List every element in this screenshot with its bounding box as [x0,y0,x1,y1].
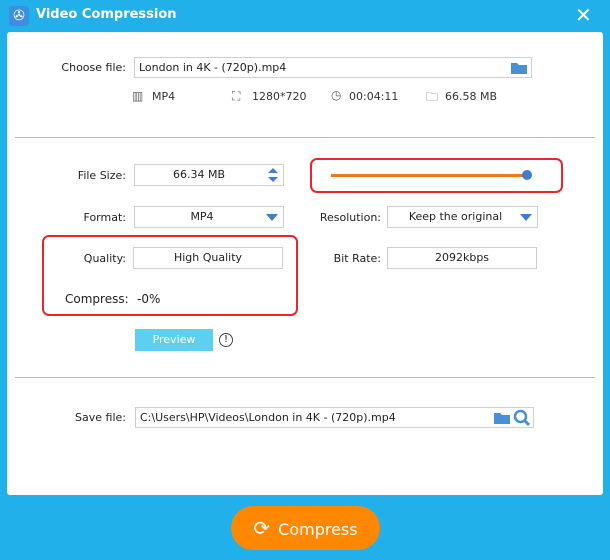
resize-icon: ⛶ [232,89,241,103]
file-size-input[interactable]: 66.34 MB [134,164,284,186]
quality-value: High Quality [173,251,243,264]
app-logo-icon: ✇ [9,6,29,26]
source-file-name: London in 4K - (720p).mp4 [139,61,287,74]
save-path: C:\Users\HP\Videos\London in 4K - (720p)… [140,411,396,424]
info-icon[interactable]: ! [219,333,233,347]
file-size-value: 66.34 MB [172,168,226,181]
close-icon[interactable]: ✕ [575,3,592,27]
resolution-value: Keep the original [408,210,503,223]
folder-icon[interactable] [510,60,528,75]
source-resolution: 1280*720 [252,90,307,103]
search-icon[interactable] [513,409,531,427]
resolution-label: Resolution: [319,211,381,224]
resolution-select[interactable]: Keep the original [387,206,538,228]
source-format: MP4 [152,90,176,103]
quality-field[interactable]: High Quality [133,247,283,269]
folder-outline-icon: 🗀 [426,90,439,104]
source-duration: 00:04:11 [349,90,399,103]
refresh-icon: ⟳ [253,516,271,540]
chevron-down-icon[interactable] [520,214,532,221]
window-title: Video Compression [36,7,177,22]
format-label: Format: [83,211,126,224]
folder-icon[interactable] [493,410,511,425]
save-file-input[interactable]: C:\Users\HP\Videos\London in 4K - (720p)… [135,407,534,428]
compress-ratio-value: -0% [137,292,161,306]
compression-slider-track[interactable] [331,174,527,177]
save-file-label: Save file: [75,411,126,424]
choose-file-input[interactable]: London in 4K - (720p).mp4 [134,57,532,78]
file-size-label: File Size: [77,169,126,182]
source-size: 66.58 MB [445,90,498,103]
choose-file-label: Choose file: [61,61,126,74]
stepper-arrows-icon[interactable] [267,166,279,184]
compression-slider-handle[interactable] [522,170,532,180]
format-value: MP4 [190,210,214,223]
compress-button[interactable]: ⟳ Compress [231,506,380,550]
compress-button-label: Compress [278,520,358,539]
divider [15,377,595,378]
bitrate-value: 2092kbps [434,251,490,264]
bitrate-field: 2092kbps [387,247,537,269]
quality-label: Quality: [83,252,126,265]
format-select[interactable]: MP4 [134,206,284,228]
preview-button[interactable]: Preview [135,329,213,351]
film-icon: ▥ [132,89,144,103]
compress-ratio-label: Compress: [65,292,129,306]
clock-icon: ◷ [331,88,342,102]
bitrate-label: Bit Rate: [333,252,381,265]
divider [15,137,595,138]
